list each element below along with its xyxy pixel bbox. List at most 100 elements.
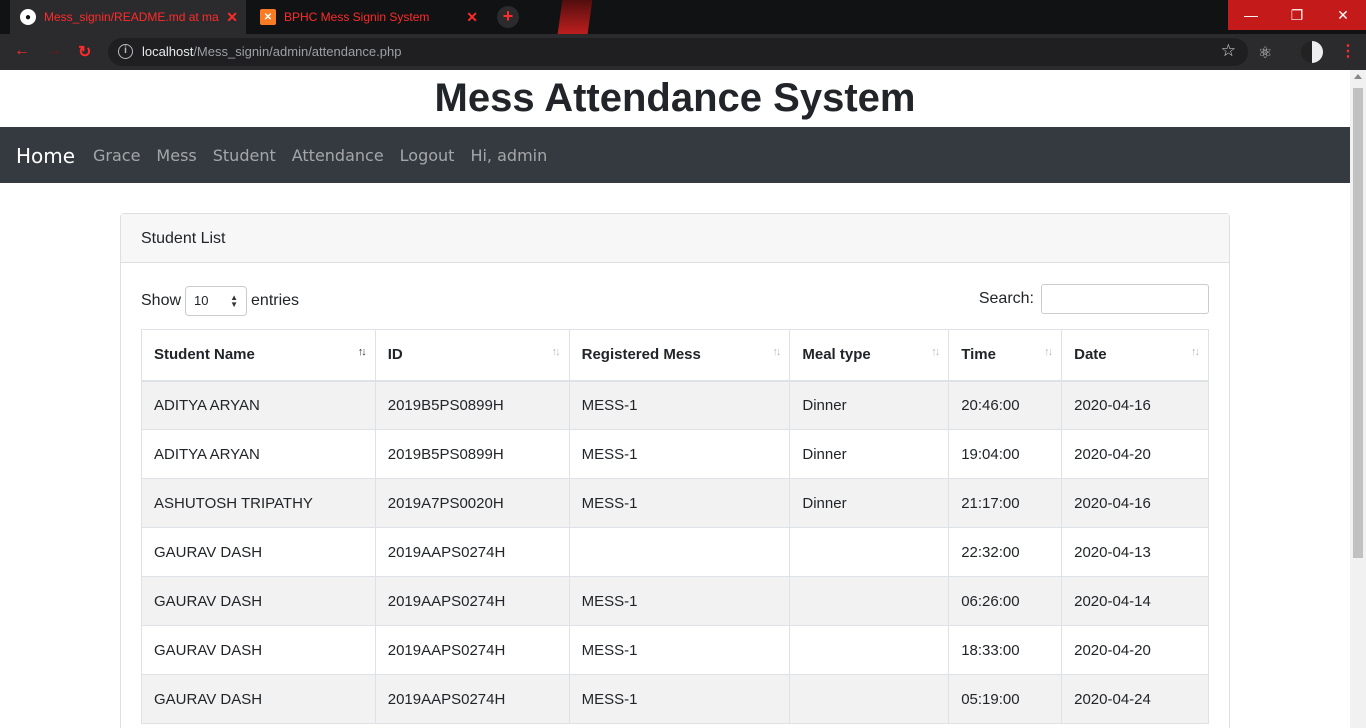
sort-icon: ↑↓ <box>551 346 561 358</box>
col-registered-mess[interactable]: Registered Mess ↑↓ <box>568 329 791 382</box>
tab-mess-signin[interactable]: ✕ BPHC Mess Signin System ✕ <box>250 0 486 34</box>
card-title: Student List <box>121 214 1229 263</box>
url-text: localhost/Mess_signin/admin/attendance.p… <box>142 44 402 59</box>
close-window-button[interactable]: ✕ <box>1320 0 1366 30</box>
sort-icon: ↑↓ <box>931 346 940 358</box>
close-tab-icon[interactable]: ✕ <box>226 9 238 26</box>
table-cell <box>568 527 791 577</box>
table-row: ADITYA ARYAN 2019B5PS0899H MESS-1 Dinner 19:… <box>141 429 1209 479</box>
nav-mess[interactable]: Mess <box>156 146 196 165</box>
table-row: ASHUTOSH TRIPATHY 2019A7PS0020H MESS-1 Dinn… <box>141 478 1209 528</box>
nav-student[interactable]: Student <box>213 146 276 165</box>
address-bar[interactable]: i localhost/Mess_signin/admin/attendance… <box>108 38 1248 66</box>
table-cell: MESS-1 <box>568 429 791 479</box>
table-cell: MESS-1 <box>568 674 791 724</box>
table-cell: 2020-04-16 <box>1061 478 1209 528</box>
table-cell: MESS-1 <box>568 380 791 430</box>
close-tab-icon[interactable]: ✕ <box>466 9 478 26</box>
page-scrollbar[interactable] <box>1350 70 1366 728</box>
entries-length-control: Show 10 ▲ ▼ entries <box>141 286 299 316</box>
select-arrows-icon: ▲ ▼ <box>230 293 239 309</box>
table-row: GAURAV DASH 2019AAPS0274H MESS-1 06:26:00 20… <box>141 576 1209 626</box>
site-info-icon[interactable]: i <box>118 44 133 59</box>
table-cell <box>789 576 950 626</box>
table-cell: 21:17:00 <box>948 478 1063 528</box>
nav-brand-home[interactable]: Home <box>16 144 75 168</box>
col-id[interactable]: ID ↑↓ <box>374 329 570 382</box>
table-cell: ASHUTOSH TRIPATHY <box>141 478 376 528</box>
table-cell: 22:32:00 <box>948 527 1063 577</box>
tab-title: BPHC Mess Signin System <box>284 10 430 24</box>
table-cell: 2019A7PS0020H <box>374 478 570 528</box>
table-cell: ADITYA ARYAN <box>141 429 376 479</box>
table-search: Search: <box>979 284 1209 314</box>
table-cell: GAURAV DASH <box>141 674 376 724</box>
col-time[interactable]: Time ↑↓ <box>948 329 1063 382</box>
col-meal-type[interactable]: Meal type ↑↓ <box>789 329 950 382</box>
nav-grace[interactable]: Grace <box>93 146 140 165</box>
table-cell: 19:04:00 <box>948 429 1063 479</box>
menu-kebab-icon[interactable]: ⋮ <box>1340 41 1356 61</box>
table-cell <box>789 674 950 724</box>
new-tab-button[interactable]: + <box>497 6 519 28</box>
tab-github[interactable]: ● Mess_signin/README.md at master ✕ <box>10 0 246 34</box>
table-cell: 2020-04-13 <box>1061 527 1209 577</box>
table-cell: GAURAV DASH <box>141 625 376 675</box>
sort-icon: ↑↓ <box>772 346 781 358</box>
search-label: Search: <box>978 290 1034 307</box>
entries-value: 10 <box>194 293 209 308</box>
attendance-table: Student Name ↑↓ ID ↑↓ Registered Mess ↑↓ Me… <box>141 329 1209 724</box>
table-cell: 2019AAPS0274H <box>374 625 570 675</box>
table-cell: 05:19:00 <box>948 674 1063 724</box>
table-row: ADITYA ARYAN 2019B5PS0899H MESS-1 Dinner 20:… <box>141 380 1209 430</box>
col-student-name[interactable]: Student Name ↑↓ <box>141 329 376 382</box>
page-viewport: Mess Attendance System Home Grace Mess S… <box>0 70 1350 728</box>
sort-icon: ↑↓ <box>1191 346 1200 358</box>
navbar: Home Grace Mess Student Attendance Logou… <box>0 127 1350 183</box>
table-cell: 2019AAPS0274H <box>374 527 570 577</box>
forward-icon[interactable]: → <box>46 42 62 60</box>
table-cell <box>789 625 950 675</box>
table-cell: MESS-1 <box>568 576 791 626</box>
search-input[interactable] <box>1041 284 1209 314</box>
table-cell <box>789 527 950 577</box>
table-row: GAURAV DASH 2019AAPS0274H MESS-1 05:19:00 20… <box>141 674 1209 724</box>
show-label: Show <box>141 292 182 309</box>
table-cell: Dinner <box>789 478 950 528</box>
table-cell: 2020-04-24 <box>1061 674 1209 724</box>
table-row: GAURAV DASH 2019AAPS0274H MESS-1 18:33:00 20… <box>141 625 1209 675</box>
site-title: Mess Attendance System <box>434 76 916 120</box>
browser-toolbar: ← → ↻ i localhost/Mess_signin/admin/atte… <box>0 34 1366 70</box>
scroll-up-icon[interactable] <box>1354 74 1362 79</box>
reload-icon[interactable]: ↻ <box>78 42 91 62</box>
github-icon: ● <box>20 9 36 25</box>
table-cell: MESS-1 <box>568 625 791 675</box>
restore-button[interactable]: ❐ <box>1274 0 1320 30</box>
table-cell: 2020-04-20 <box>1061 429 1209 479</box>
nav-logout[interactable]: Logout <box>400 146 455 165</box>
table-cell: Dinner <box>789 429 950 479</box>
bookmark-star-icon[interactable]: ☆ <box>1221 41 1236 61</box>
browser-tab-strip: ● Mess_signin/README.md at master ✕ ✕ BP… <box>0 0 1366 34</box>
table-header-row: Student Name ↑↓ ID ↑↓ Registered Mess ↑↓ Me… <box>141 329 1209 382</box>
table-cell: 20:46:00 <box>948 380 1063 430</box>
table-cell: 2020-04-14 <box>1061 576 1209 626</box>
table-cell: 2020-04-20 <box>1061 625 1209 675</box>
minimize-button[interactable]: — <box>1228 0 1274 30</box>
table-cell: 2019AAPS0274H <box>374 674 570 724</box>
table-cell: 2020-04-16 <box>1061 380 1209 430</box>
table-cell: GAURAV DASH <box>141 576 376 626</box>
back-icon[interactable]: ← <box>14 42 30 60</box>
nav-greeting[interactable]: Hi, admin <box>470 146 547 165</box>
tab-title: Mess_signin/README.md at master <box>44 10 219 24</box>
student-list-card: Student List Show 10 ▲ ▼ entries Search: … <box>120 213 1230 728</box>
profile-avatar[interactable] <box>1301 41 1323 63</box>
table-cell: 2019B5PS0899H <box>374 429 570 479</box>
scrollbar-thumb[interactable] <box>1353 88 1363 558</box>
nav-attendance[interactable]: Attendance <box>292 146 384 165</box>
col-date[interactable]: Date ↑↓ <box>1061 329 1209 382</box>
table-row: GAURAV DASH 2019AAPS0274H 22:32:00 2020-04-… <box>141 527 1209 577</box>
react-devtools-icon[interactable]: ⚛ <box>1258 43 1272 63</box>
entries-select[interactable]: 10 ▲ ▼ <box>185 286 248 316</box>
table-cell: 18:33:00 <box>948 625 1063 675</box>
